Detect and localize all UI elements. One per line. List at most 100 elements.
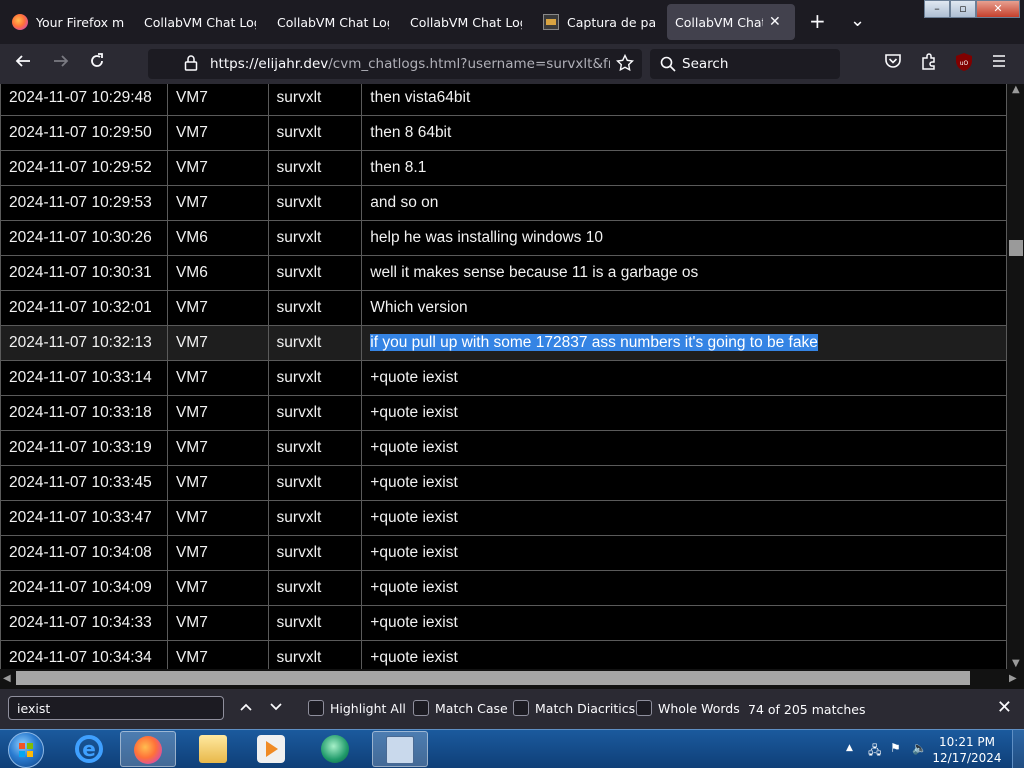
minimize-button[interactable]: – (924, 0, 950, 18)
log-vm-cell: VM7 (166, 430, 269, 466)
tab-title: CollabVM Chat Logs (410, 14, 522, 30)
match-diacritics-checkbox[interactable]: Match Diacritics (513, 700, 635, 716)
tab-title: Captura de pant (567, 14, 655, 30)
tab-firefox-notice[interactable]: Your Firefox may (4, 4, 132, 40)
log-username-cell: survxlt (267, 220, 363, 256)
log-username-cell: survxlt (267, 570, 363, 606)
volume-muted-icon[interactable]: 🔈 (912, 741, 927, 755)
system-tray: ▲ 🖧 ⚑ 🔈 10:21 PM 12/17/2024 (824, 730, 1024, 768)
checkbox-box (308, 700, 324, 716)
show-desktop-button[interactable] (1012, 730, 1024, 768)
log-username-cell: survxlt (267, 430, 363, 466)
tab-screenshot[interactable]: Captura de pant (535, 4, 663, 40)
taskbar-firefox[interactable] (120, 731, 176, 767)
image-icon (543, 14, 559, 30)
internet-explorer-icon: e (75, 735, 103, 763)
log-row: 2024-11-07 10:30:26 VM6 survxlt help he was… (0, 220, 1007, 256)
taskbar-media-player[interactable] (244, 731, 300, 767)
back-button[interactable] (14, 52, 32, 77)
find-previous-button[interactable] (238, 699, 254, 719)
tab-chatlogs-2[interactable]: CollabVM Chat Logs (269, 4, 397, 40)
pocket-button[interactable] (884, 52, 902, 77)
hamburger-menu-icon (993, 55, 1005, 67)
action-center-flag-icon[interactable]: ⚑ (890, 741, 901, 755)
log-row: 2024-11-07 10:32:01 VM7 survxlt Which versi… (0, 290, 1007, 326)
log-message-cell: +quote iexist (361, 430, 1007, 466)
control-panel-icon (386, 736, 414, 764)
log-username-cell: survxlt (267, 360, 363, 396)
puzzle-icon (922, 53, 935, 70)
taskbar-internet-explorer[interactable]: e (62, 731, 118, 767)
clock-date: 12/17/2024 (932, 751, 1002, 765)
log-row: 2024-11-07 10:33:19 VM7 survxlt +quote iexi… (0, 430, 1007, 466)
log-message-cell: and so on (361, 185, 1007, 221)
close-tab-icon[interactable]: ✕ (769, 14, 781, 30)
scroll-down-arrow-icon[interactable]: ▼ (1012, 658, 1020, 669)
vertical-scrollbar[interactable]: ▲ ▼ (1007, 84, 1024, 669)
url-bar[interactable]: https://elijahr.dev/cvm_chatlogs.html?us… (148, 49, 642, 79)
log-timestamp-cell: 2024-11-07 10:34:33 (0, 605, 168, 641)
start-button[interactable] (8, 732, 44, 768)
firefox-icon (134, 736, 162, 764)
scroll-left-arrow-icon[interactable]: ◀ (3, 673, 11, 684)
horizontal-scroll-thumb[interactable] (16, 671, 970, 685)
log-username-cell: survxlt (267, 150, 363, 186)
folder-icon (199, 735, 227, 763)
log-row: 2024-11-07 10:29:48 VM7 survxlt then vista6… (0, 84, 1007, 116)
firefox-window: Your Firefox may CollabVM Chat Logs Coll… (0, 0, 1024, 768)
log-row: 2024-11-07 10:32:13 VM7 survxlt if you pull… (0, 325, 1007, 361)
checkbox-box (413, 700, 429, 716)
taskbar-collabvm[interactable] (308, 731, 364, 767)
scroll-up-arrow-icon[interactable]: ▲ (1012, 84, 1020, 95)
log-vm-cell: VM7 (166, 84, 269, 116)
lock-icon[interactable] (184, 55, 198, 75)
back-arrow-icon (15, 55, 30, 67)
taskbar-control-panel[interactable] (372, 731, 428, 767)
log-vm-cell: VM7 (166, 500, 269, 536)
tab-chatlogs-active[interactable]: CollabVM Chat Lo ✕ (667, 4, 795, 40)
log-username-cell: survxlt (267, 290, 363, 326)
highlight-all-checkbox[interactable]: Highlight All (308, 700, 406, 716)
search-bar[interactable]: Search (650, 49, 840, 79)
vertical-scroll-thumb[interactable] (1009, 240, 1023, 256)
url-path: /cvm_chatlogs.html?username=survxlt&from… (328, 56, 610, 72)
log-row: 2024-11-07 10:29:52 VM7 survxlt then 8.1 (0, 150, 1007, 186)
log-row: 2024-11-07 10:33:45 VM7 survxlt +quote iexi… (0, 465, 1007, 501)
menu-button[interactable] (990, 52, 1008, 77)
checkbox-label: Highlight All (330, 700, 406, 716)
chevron-down-icon (270, 703, 282, 711)
log-vm-cell: VM7 (166, 570, 269, 606)
scroll-right-arrow-icon[interactable]: ▶ (1009, 673, 1017, 684)
whole-words-checkbox[interactable]: Whole Words (636, 700, 740, 716)
find-next-button[interactable] (268, 699, 284, 719)
close-window-button[interactable]: ✕ (976, 0, 1020, 18)
log-message-cell: if you pull up with some 172837 ass numb… (361, 325, 1007, 361)
log-vm-cell: VM7 (166, 465, 269, 501)
log-row: 2024-11-07 10:34:09 VM7 survxlt +quote iexi… (0, 570, 1007, 606)
list-all-tabs-button[interactable]: ⌄ (850, 10, 865, 32)
log-message-cell: +quote iexist (361, 465, 1007, 501)
close-find-bar-button[interactable]: ✕ (997, 697, 1012, 718)
taskbar-file-explorer[interactable] (186, 731, 242, 767)
log-username-cell: survxlt (267, 500, 363, 536)
show-hidden-icons-icon[interactable]: ▲ (846, 743, 853, 753)
log-row: 2024-11-07 10:33:14 VM7 survxlt +quote iexi… (0, 360, 1007, 396)
tab-chatlogs-1[interactable]: CollabVM Chat Logs (136, 4, 264, 40)
find-input[interactable] (8, 696, 224, 720)
match-case-checkbox[interactable]: Match Case (413, 700, 508, 716)
reload-icon (91, 53, 103, 67)
tab-title: CollabVM Chat Lo (675, 14, 763, 30)
log-row: 2024-11-07 10:34:34 VM7 survxlt +quote iexi… (0, 640, 1007, 669)
log-vm-cell: VM6 (166, 220, 269, 256)
network-icon[interactable]: 🖧 (868, 741, 881, 762)
maximize-button[interactable]: ▫ (950, 0, 976, 18)
clock[interactable]: 10:21 PM 12/17/2024 (932, 734, 1002, 766)
extensions-button[interactable] (920, 52, 938, 77)
reload-button[interactable] (88, 52, 106, 77)
tab-chatlogs-3[interactable]: CollabVM Chat Logs (402, 4, 530, 40)
horizontal-scrollbar[interactable]: ◀ ▶ (0, 669, 1024, 689)
new-tab-button[interactable]: + (809, 10, 826, 32)
ublock-origin-button[interactable]: uO (954, 52, 974, 79)
bookmark-star-icon[interactable] (615, 53, 635, 76)
forward-button[interactable] (52, 52, 70, 77)
